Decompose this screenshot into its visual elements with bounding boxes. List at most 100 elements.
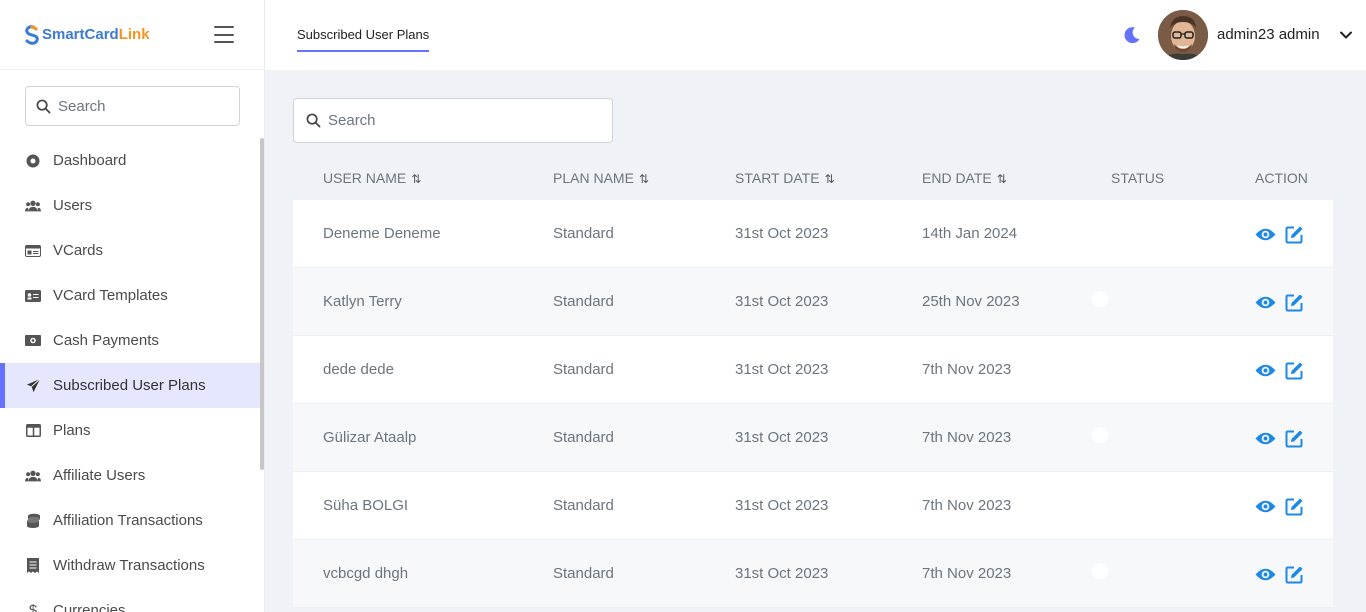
column-label: PLAN NAME	[553, 169, 634, 186]
row-actions	[1255, 292, 1305, 313]
sort-icon[interactable]: ⇅	[411, 172, 421, 186]
dollar-icon: $	[28, 602, 38, 612]
table-body: Deneme Deneme Standard 31st Oct 2023 14t…	[293, 200, 1333, 608]
coins-icon	[25, 513, 41, 529]
view-eye-icon[interactable]	[1255, 360, 1276, 381]
column-label: START DATE	[735, 169, 820, 186]
table-row: Süha BOLGI Standard 31st Oct 2023 7th No…	[293, 472, 1333, 540]
menu-toggle-icon[interactable]	[214, 26, 234, 43]
sidebar-item-label: VCards	[53, 242, 104, 259]
dark-mode-moon-icon[interactable]	[1123, 26, 1141, 44]
sidebar: SmartCardLink Dashboard Users VCards VCa…	[0, 0, 265, 612]
cell-plan-name: Standard	[553, 565, 614, 582]
sidebar-item-label: VCard Templates	[53, 287, 168, 304]
sidebar-item-users[interactable]: Users	[0, 183, 260, 228]
sidebar-item-label: Subscribed User Plans	[53, 377, 206, 394]
sidebar-search[interactable]	[25, 86, 240, 126]
column-end-date[interactable]: END DATE ⇅	[922, 170, 1007, 186]
cell-user-name: Gülizar Ataalp	[323, 429, 417, 446]
cell-end-date: 14th Jan 2024	[922, 225, 1018, 242]
cell-plan-name: Standard	[553, 293, 614, 310]
sidebar-item-label: Affiliate Users	[53, 467, 146, 484]
brand-name-part1: SmartCard	[42, 26, 119, 43]
receipt-icon	[25, 558, 41, 574]
sidebar-scrollbar[interactable]	[260, 138, 264, 470]
table-row: vcbcgd dhgh Standard 31st Oct 2023 7th N…	[293, 540, 1333, 608]
cell-end-date: 7th Nov 2023	[922, 429, 1012, 446]
row-actions	[1255, 224, 1305, 245]
sort-icon[interactable]: ⇅	[825, 172, 835, 186]
table-row: Gülizar Ataalp Standard 31st Oct 2023 7t…	[293, 404, 1333, 472]
cell-end-date: 7th Nov 2023	[922, 565, 1012, 582]
cash-icon	[25, 333, 41, 349]
sidebar-item-currencies[interactable]: $ Currencies	[0, 588, 260, 612]
table-row: Katlyn Terry Standard 31st Oct 2023 25th…	[293, 268, 1333, 336]
sidebar-item-label: Users	[53, 197, 93, 214]
cell-start-date: 31st Oct 2023	[735, 361, 829, 378]
sort-icon[interactable]: ⇅	[997, 172, 1007, 186]
view-eye-icon[interactable]	[1255, 224, 1276, 245]
table-search-input[interactable]	[328, 112, 588, 129]
cell-start-date: 31st Oct 2023	[735, 565, 829, 582]
sidebar-item-dashboard[interactable]: Dashboard	[0, 138, 260, 183]
sidebar-item-vcards[interactable]: VCards	[0, 228, 260, 273]
users-icon	[25, 198, 41, 214]
brand-logo[interactable]: SmartCard Link	[25, 24, 150, 45]
table-search[interactable]	[293, 98, 613, 143]
view-eye-icon[interactable]	[1255, 292, 1276, 313]
view-eye-icon[interactable]	[1255, 564, 1276, 585]
column-action: ACTION	[1255, 169, 1308, 186]
table-header: USER NAME ⇅ PLAN NAME ⇅ START DATE ⇅ END DA…	[293, 155, 1333, 200]
table-row: dede dede Standard 31st Oct 2023 7th Nov…	[293, 336, 1333, 404]
cell-user-name: dede dede	[323, 361, 394, 378]
sidebar-item-label: Affiliation Transactions	[53, 512, 203, 529]
dashboard-icon	[25, 153, 41, 169]
vcard-template-icon	[25, 288, 41, 304]
column-label: END DATE	[922, 169, 992, 186]
sidebar-item-affiliate-users[interactable]: Affiliate Users	[0, 453, 260, 498]
sidebar-item-plans[interactable]: Plans	[0, 408, 260, 453]
vcard-icon	[25, 243, 41, 259]
edit-icon[interactable]	[1284, 224, 1305, 245]
logo-icon	[25, 24, 39, 45]
subscribed-plans-table: USER NAME ⇅ PLAN NAME ⇅ START DATE ⇅ END DA…	[293, 155, 1333, 608]
user-name[interactable]: admin23 admin	[1217, 26, 1320, 43]
edit-icon[interactable]	[1284, 292, 1305, 313]
avatar-image	[1158, 10, 1208, 60]
cell-plan-name: Standard	[553, 497, 614, 514]
column-label: USER NAME	[323, 169, 407, 186]
cell-end-date: 7th Nov 2023	[922, 361, 1012, 378]
search-icon	[306, 113, 321, 128]
cell-start-date: 31st Oct 2023	[735, 497, 829, 514]
tab-subscribed-user-plans[interactable]: Subscribed User Plans	[297, 27, 430, 52]
sort-icon[interactable]: ⇅	[639, 172, 649, 186]
edit-icon[interactable]	[1284, 564, 1305, 585]
sidebar-item-label: Cash Payments	[53, 332, 159, 349]
sidebar-item-subscribed-user-plans[interactable]: Subscribed User Plans	[0, 363, 260, 408]
column-plan-name[interactable]: PLAN NAME ⇅	[553, 170, 649, 186]
edit-icon[interactable]	[1284, 428, 1305, 449]
sidebar-search-input[interactable]	[58, 97, 218, 115]
cell-plan-name: Standard	[553, 225, 614, 242]
sidebar-item-cash-payments[interactable]: Cash Payments	[0, 318, 260, 363]
view-eye-icon[interactable]	[1255, 496, 1276, 517]
row-actions	[1255, 360, 1305, 381]
row-actions	[1255, 428, 1305, 449]
row-actions	[1255, 564, 1305, 585]
edit-icon[interactable]	[1284, 360, 1305, 381]
cell-user-name: Deneme Deneme	[323, 225, 441, 242]
cell-end-date: 7th Nov 2023	[922, 497, 1012, 514]
table-row: Deneme Deneme Standard 31st Oct 2023 14t…	[293, 200, 1333, 268]
column-start-date[interactable]: START DATE ⇅	[735, 170, 835, 186]
sidebar-item-withdraw-transactions[interactable]: Withdraw Transactions	[0, 543, 260, 588]
sidebar-item-affiliation-transactions[interactable]: Affiliation Transactions	[0, 498, 260, 543]
paper-plane-icon	[25, 378, 41, 394]
sidebar-item-vcard-templates[interactable]: VCard Templates	[0, 273, 260, 318]
cell-start-date: 31st Oct 2023	[735, 429, 829, 446]
avatar[interactable]	[1158, 10, 1208, 60]
column-user-name[interactable]: USER NAME ⇅	[323, 170, 421, 186]
chevron-down-icon[interactable]	[1339, 28, 1353, 42]
sidebar-item-label: Dashboard	[53, 152, 127, 169]
view-eye-icon[interactable]	[1255, 428, 1276, 449]
edit-icon[interactable]	[1284, 496, 1305, 517]
